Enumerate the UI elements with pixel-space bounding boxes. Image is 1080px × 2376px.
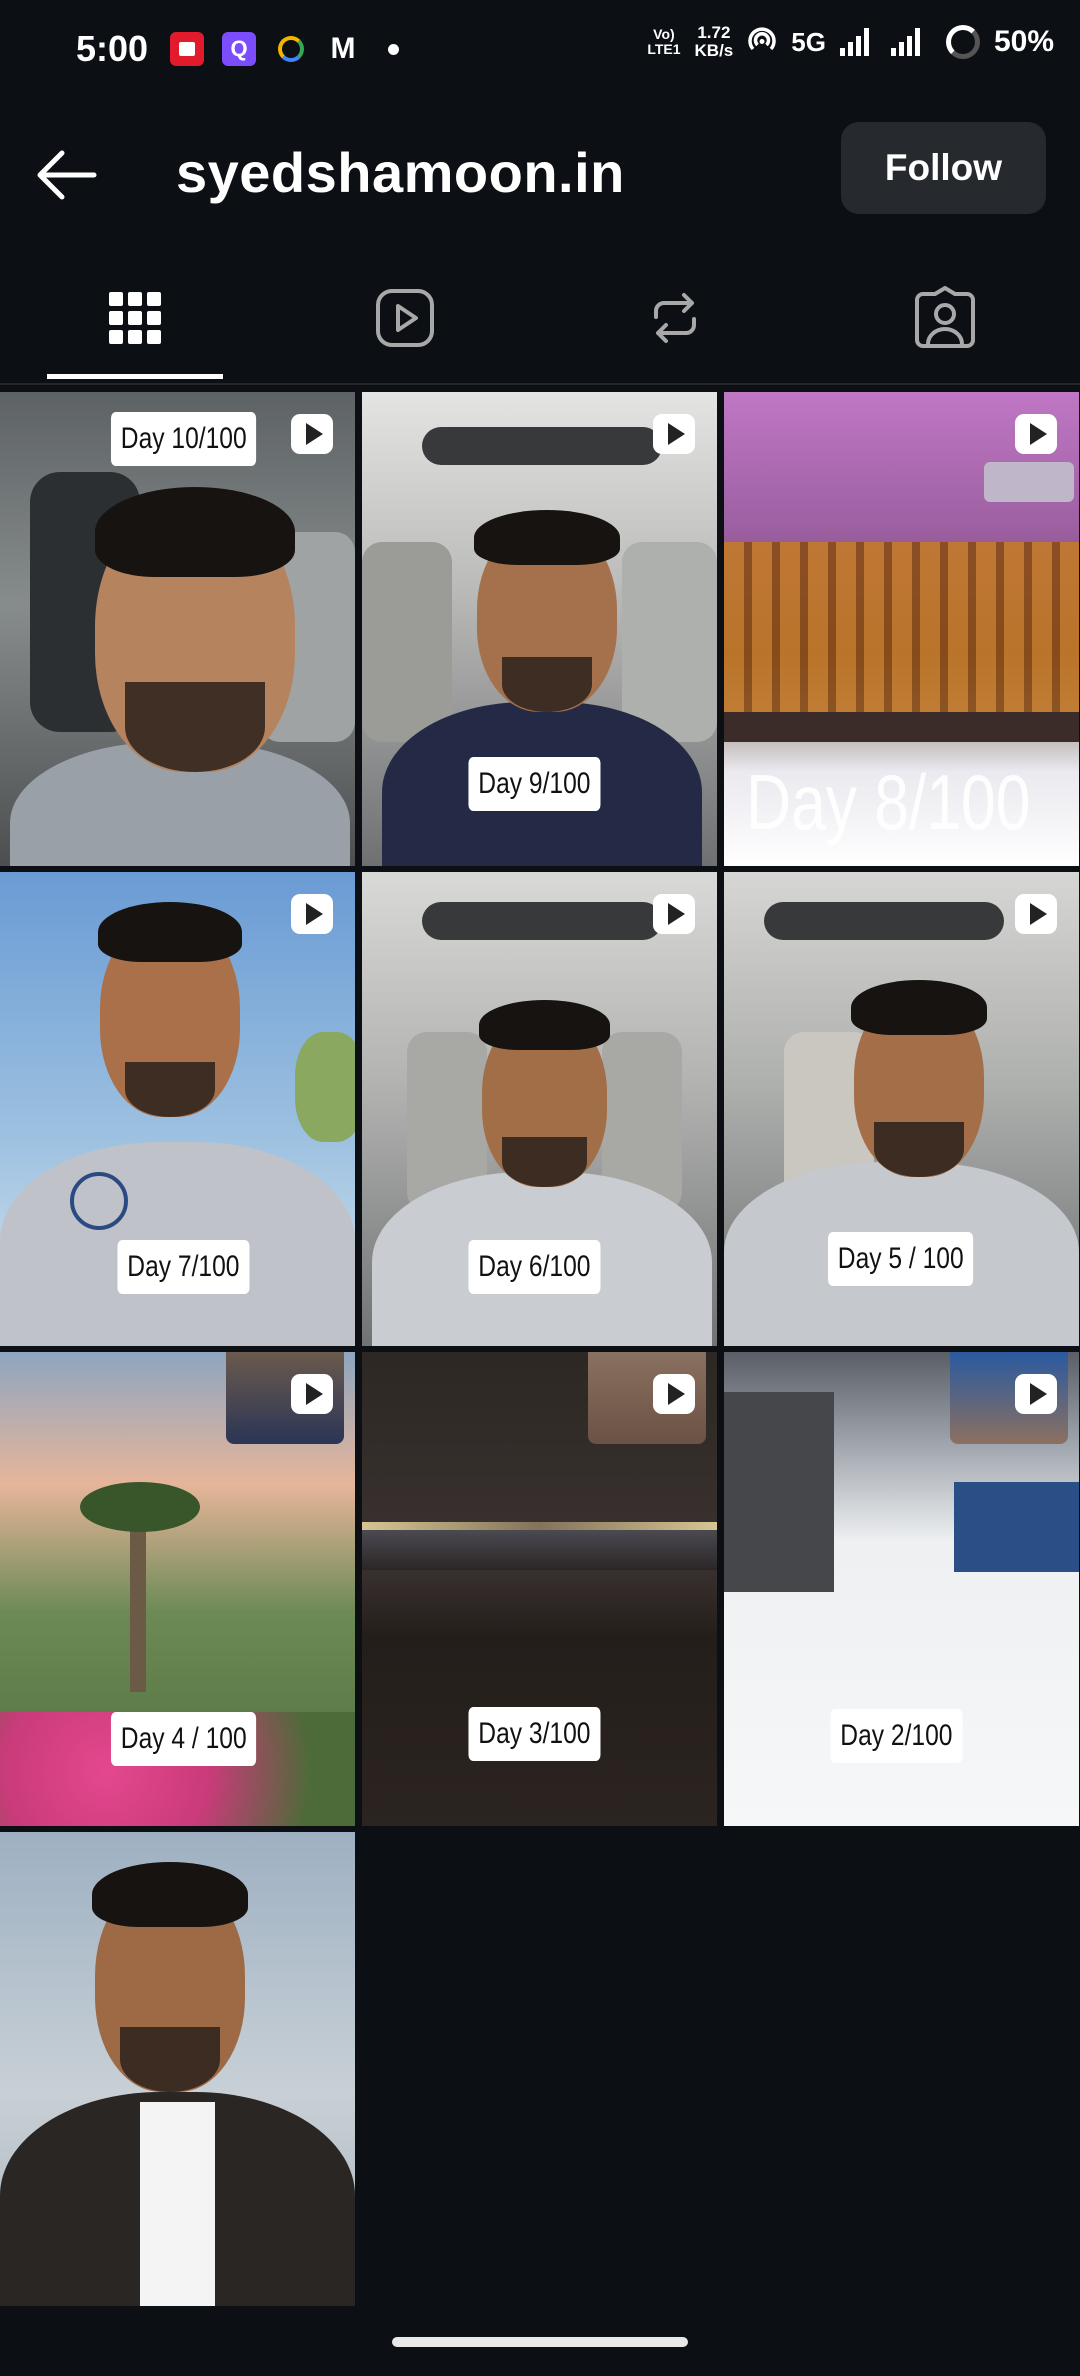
reel-icon	[653, 1374, 695, 1414]
post-label: Day 4 / 100	[110, 1712, 257, 1766]
network-speed: 1.72 KB/s	[694, 23, 734, 60]
post-tile[interactable]: Day 8/100	[724, 392, 1079, 866]
reel-icon	[653, 894, 695, 934]
battery-level: 50%	[993, 25, 1054, 58]
profile-tabs	[0, 250, 1080, 385]
reel-icon	[291, 1374, 333, 1414]
home-indicator[interactable]	[392, 2337, 688, 2347]
sync-ring-icon	[274, 32, 308, 66]
status-bar: 5:00 Q M Vo) LTE1 1.72 KB/s 5G 50%	[0, 0, 1080, 100]
status-indicators: Vo) LTE1 1.72 KB/s 5G 50%	[647, 24, 1054, 60]
post-label: Day 7/100	[117, 1240, 250, 1294]
active-tab-indicator	[47, 374, 223, 379]
post-label: Day 10/100	[110, 412, 257, 466]
signal-bars-1-icon	[839, 28, 869, 56]
reel-icon	[291, 894, 333, 934]
volte-indicator: Vo) LTE1	[647, 26, 681, 57]
back-arrow-icon	[37, 150, 97, 200]
tagged-person-icon	[915, 285, 975, 348]
post-tile[interactable]: Day 10/100	[0, 392, 355, 866]
more-notifications-dot	[388, 43, 399, 55]
post-tile[interactable]: Day 3/100	[362, 1352, 717, 1826]
back-button[interactable]	[32, 145, 102, 205]
tab-reels[interactable]	[270, 250, 540, 385]
app-q-icon: Q	[222, 32, 256, 66]
profile-username: syedshamoon.in	[176, 141, 625, 204]
shopping-bag-icon	[170, 32, 204, 66]
reel-icon	[1015, 414, 1057, 454]
reel-icon	[653, 414, 695, 454]
post-tile[interactable]: Day 6/100	[362, 872, 717, 1346]
tab-posts-grid[interactable]	[0, 250, 270, 385]
hotspot-icon	[748, 27, 777, 51]
reel-icon	[1015, 894, 1057, 934]
post-label: Day 5 / 100	[827, 1232, 974, 1286]
gmail-icon: M	[330, 32, 356, 65]
notification-icons: Q M	[170, 32, 399, 66]
grid-icon	[109, 291, 161, 344]
status-time: 5:00	[76, 28, 149, 69]
post-tile[interactable]: Day 4 / 100	[0, 1352, 355, 1826]
post-label: Day 9/100	[468, 757, 601, 811]
battery-icon	[945, 25, 980, 59]
reels-play-icon	[376, 288, 434, 347]
signal-bars-2-icon	[890, 28, 920, 56]
post-label: Day 2/100	[830, 1709, 963, 1763]
post-label: Day 3/100	[468, 1707, 601, 1761]
tab-reposts[interactable]	[540, 250, 810, 385]
post-tile[interactable]: Day 2/100	[724, 1352, 1079, 1826]
post-tile[interactable]: Day 7/100	[0, 872, 355, 1346]
post-label: Day 6/100	[468, 1240, 601, 1294]
network-type: 5G	[791, 26, 826, 57]
post-tile[interactable]: Day 9/100	[362, 392, 717, 866]
reel-icon	[1015, 1374, 1057, 1414]
follow-button[interactable]: Follow	[841, 122, 1046, 214]
tab-tagged[interactable]	[810, 250, 1080, 385]
repost-icon	[654, 292, 696, 343]
tabs-divider	[0, 383, 1080, 385]
post-tile[interactable]: Day 5 / 100	[724, 872, 1079, 1346]
post-tile[interactable]	[0, 1832, 355, 2306]
post-label: Day 8/100	[746, 758, 1031, 846]
reel-icon	[291, 414, 333, 454]
profile-header: syedshamoon.in Follow	[0, 100, 1080, 250]
